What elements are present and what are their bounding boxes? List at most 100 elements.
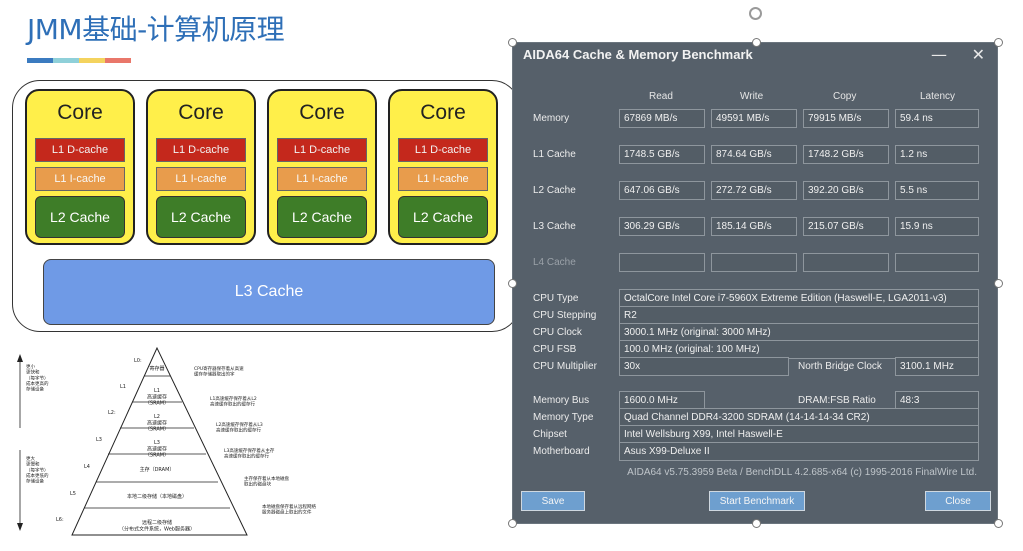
start-benchmark-button[interactable]: Start Benchmark: [709, 491, 805, 511]
close-window-button[interactable]: ✕: [972, 45, 985, 64]
resize-handle[interactable]: [994, 38, 1003, 47]
title-underline-red: [105, 58, 131, 63]
row-label-l2: L2 Cache: [533, 185, 576, 196]
resize-handle[interactable]: [994, 519, 1003, 528]
core-label: Core: [420, 101, 466, 124]
left-note-bottom: 更大更慢和（每字节）成本更低的存储设备: [26, 455, 49, 485]
core-label: Core: [299, 101, 345, 124]
l1-dcache: L1 D-cache: [398, 138, 488, 162]
column-header-copy: Copy: [833, 91, 857, 102]
level-note: L1高速缓存保存着从L2 高速缓存取出的缓存行: [210, 395, 257, 408]
level-note: CPU寄存器保存着从高速缓存存储器取出的字: [194, 365, 244, 378]
title-underline-yellow: [79, 58, 105, 63]
level-note: 主存保存着从本地磁盘取出的磁盘块: [244, 475, 289, 488]
window-title: AIDA64 Cache & Memory Benchmark: [523, 47, 753, 62]
l4-latency: [895, 253, 979, 272]
core-box: Core L1 D-cache L1 I-cache L2 Cache: [146, 89, 256, 245]
row-label-l1: L1 Cache: [533, 149, 576, 160]
cpu-stepping-label: CPU Stepping: [533, 310, 597, 321]
l4-read: [619, 253, 705, 272]
cpu-clock-label: CPU Clock: [533, 327, 582, 338]
l2-cache: L2 Cache: [398, 196, 488, 238]
resize-handle[interactable]: [508, 519, 517, 528]
close-button[interactable]: Close: [925, 491, 991, 511]
l3-copy: 215.07 GB/s: [803, 217, 889, 236]
resize-handle[interactable]: [752, 38, 761, 47]
l1-write: 874.64 GB/s: [711, 145, 797, 164]
level-tag: L1: [120, 384, 126, 390]
l2-cache: L2 Cache: [277, 196, 367, 238]
resize-handle[interactable]: [508, 279, 517, 288]
memory-copy: 79915 MB/s: [803, 109, 889, 128]
column-header-write: Write: [740, 91, 764, 102]
memory-read: 67869 MB/s: [619, 109, 705, 128]
motherboard-label: Motherboard: [533, 446, 590, 457]
cpu-type-label: CPU Type: [533, 293, 579, 304]
left-note-top: 更小更快和（每字节）成本更高的存储设备: [26, 363, 49, 393]
l4-write: [711, 253, 797, 272]
cpu-multiplier-value: 30x: [619, 357, 789, 376]
level-text: 主存（DRAM）: [140, 466, 175, 473]
memory-type-label: Memory Type: [533, 412, 594, 423]
memory-hierarchy-pyramid: 寄存器 L1 高速缓存（SRAM） L2 高速缓存（SRAM） L3 高速缓存（SRA…: [17, 346, 316, 536]
column-header-latency: Latency: [920, 91, 956, 102]
core-label: Core: [178, 101, 224, 124]
motherboard-value: Asus X99-Deluxe II: [619, 442, 979, 461]
resize-handle[interactable]: [994, 279, 1003, 288]
level-text: 本地二级存储（本地磁盘）: [127, 493, 187, 500]
l1-dcache: L1 D-cache: [277, 138, 367, 162]
row-label-l4: L4 Cache: [533, 257, 576, 268]
l2-cache: L2 Cache: [35, 196, 125, 238]
minimize-button[interactable]: —: [931, 45, 947, 64]
core-box: Core L1 D-cache L1 I-cache L2 Cache: [267, 89, 377, 245]
memory-bus-label: Memory Bus: [533, 395, 590, 406]
cpu-cache-diagram: Core L1 D-cache L1 I-cache L2 Cache Core…: [12, 80, 520, 332]
rotate-handle-icon[interactable]: [749, 7, 762, 20]
cpu-fsb-label: CPU FSB: [533, 344, 577, 355]
slide-title: JMM基础-计算机原理: [27, 13, 285, 46]
l3-write: 185.14 GB/s: [711, 217, 797, 236]
l1-copy: 1748.2 GB/s: [803, 145, 889, 164]
column-header-read: Read: [649, 91, 673, 102]
l1-icache: L1 I-cache: [35, 167, 125, 191]
title-underline-blue: [27, 58, 53, 63]
chipset-label: Chipset: [533, 429, 567, 440]
row-label-l3: L3 Cache: [533, 221, 576, 232]
cpu-multiplier-label: CPU Multiplier: [533, 361, 597, 372]
row-label-memory: Memory: [533, 113, 570, 124]
l4-copy: [803, 253, 889, 272]
resize-handle[interactable]: [752, 519, 761, 528]
nb-clock-value: 3100.1 MHz: [895, 357, 979, 376]
l2-copy: 392.20 GB/s: [803, 181, 889, 200]
version-footer: AIDA64 v5.75.3959 Beta / BenchDLL 4.2.68…: [627, 467, 977, 478]
l1-icache: L1 I-cache: [156, 167, 246, 191]
level-tag: L0:: [134, 358, 142, 364]
l2-read: 647.06 GB/s: [619, 181, 705, 200]
memory-write: 49591 MB/s: [711, 109, 797, 128]
memory-latency: 59.4 ns: [895, 109, 979, 128]
level-tag: L5: [70, 491, 76, 497]
level-tag: L2:: [108, 410, 116, 416]
level-tag: L4: [84, 464, 90, 470]
level-note: L2高速缓存保存着从L3 高速缓存取出的缓存行: [216, 421, 263, 434]
level-note: L3高速缓存保存着从主存高速缓存取出的缓存行: [224, 447, 275, 460]
nb-clock-label: North Bridge Clock: [798, 361, 882, 372]
save-button[interactable]: Save: [521, 491, 585, 511]
l2-latency: 5.5 ns: [895, 181, 979, 200]
l3-read: 306.29 GB/s: [619, 217, 705, 236]
l1-dcache: L1 D-cache: [35, 138, 125, 162]
l2-cache: L2 Cache: [156, 196, 246, 238]
resize-handle[interactable]: [508, 38, 517, 47]
level-text: 寄存器: [149, 365, 164, 372]
core-box: Core L1 D-cache L1 I-cache L2 Cache: [25, 89, 135, 245]
l2-write: 272.72 GB/s: [711, 181, 797, 200]
dram-fsb-label: DRAM:FSB Ratio: [798, 395, 876, 406]
core-label: Core: [57, 101, 103, 124]
l1-read: 1748.5 GB/s: [619, 145, 705, 164]
l3-latency: 15.9 ns: [895, 217, 979, 236]
title-underline-teal: [53, 58, 79, 63]
l1-latency: 1.2 ns: [895, 145, 979, 164]
l1-dcache: L1 D-cache: [156, 138, 246, 162]
l1-icache: L1 I-cache: [398, 167, 488, 191]
l1-icache: L1 I-cache: [277, 167, 367, 191]
